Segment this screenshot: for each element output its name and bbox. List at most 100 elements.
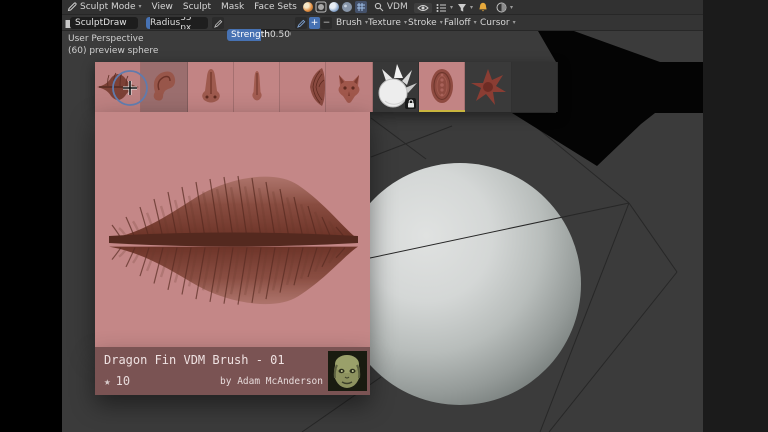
menu-sculpt[interactable]: Sculpt [178, 0, 216, 15]
menu-view-label: View [152, 2, 173, 12]
oval-scale-mini-art [419, 62, 465, 112]
right-letterbox [703, 0, 768, 432]
subtract-mode-button[interactable]: − [321, 17, 332, 29]
fin-base-line [109, 233, 358, 247]
asset-thumbnail-oval-scale[interactable] [419, 62, 465, 112]
selected-indicator [419, 110, 465, 112]
outliner-filter[interactable]: ▾ [436, 3, 453, 13]
viewport-overlay-text: User Perspective (60) preview sphere [68, 33, 158, 57]
plus-icon: + [311, 18, 319, 28]
asset-info-bar: Dragon Fin VDM Brush - 01 ★ 10 by Adam M… [95, 347, 370, 395]
wireframe-edge [371, 118, 426, 159]
menu-face-sets-label: Face Sets [254, 2, 297, 12]
rating-value: 10 [116, 374, 130, 388]
asset-rating: ★ 10 [104, 374, 130, 388]
tool-settings-bar: SculptDraw Radius 35 px Strength 0.500 [62, 15, 703, 31]
radius-pressure-button[interactable] [212, 17, 224, 29]
pressure-pen-icon [297, 19, 306, 28]
stroke-menu[interactable]: Stroke ▾ [408, 15, 443, 31]
header-right-icons: ▾ ▾ [414, 1, 513, 14]
active-object-label: (60) preview sphere [68, 45, 158, 57]
brush-menu[interactable]: Brush ▾ [336, 15, 368, 31]
asset-thumbnail-spike-star[interactable] [465, 62, 511, 112]
chevron-down-icon: ▾ [513, 20, 516, 26]
brush-name: SculptDraw [75, 18, 127, 28]
spike-star-mini-art [465, 62, 511, 112]
chevron-down-icon: ▾ [440, 20, 443, 26]
brush-cursor [110, 68, 150, 108]
menu-view[interactable]: View [147, 0, 178, 15]
star-icon: ★ [104, 375, 111, 388]
shading-sphere-icon[interactable] [329, 2, 339, 12]
chevron-down-icon: ▾ [404, 20, 407, 26]
chevron-down-icon: ▾ [510, 5, 513, 11]
add-mode-button[interactable]: + [309, 17, 320, 29]
eye-icon [417, 4, 429, 12]
texture-menu-label: Texture [368, 18, 401, 28]
author-avatar [328, 351, 367, 391]
pressure-pen-icon [214, 19, 223, 28]
overlay-options[interactable]: ▾ [496, 2, 513, 13]
minus-icon: − [323, 18, 331, 28]
search-icon [374, 2, 384, 12]
asset-thumbnail-nose[interactable] [188, 62, 234, 112]
radius-value: 35 px [180, 17, 204, 29]
asset-title: Dragon Fin VDM Brush - 01 [104, 353, 285, 367]
goblin-avatar-art [328, 351, 367, 391]
render-grid-icon[interactable] [355, 1, 367, 13]
nose-mini-art [188, 62, 234, 112]
creature-face-mini-art [326, 62, 372, 112]
chevron-down-icon: ▾ [139, 4, 142, 10]
3d-viewport[interactable]: User Perspective (60) preview sphere [62, 31, 703, 432]
proportional-falloff-icon [496, 2, 507, 13]
asset-thumbnail-narrow-nose[interactable] [234, 62, 280, 112]
list-icon [436, 3, 447, 13]
perspective-label: User Perspective [68, 33, 158, 45]
sculpt-mode-icon [67, 2, 77, 12]
menu-mask[interactable]: Mask [216, 0, 249, 15]
menu-mask-label: Mask [221, 2, 244, 12]
material-preview-icon[interactable] [315, 1, 327, 13]
filter-options[interactable]: ▾ [457, 3, 473, 13]
asset-thumbnail-creature-face[interactable] [326, 62, 372, 112]
cursor-menu[interactable]: Cursor ▾ [480, 15, 516, 31]
top-menubar: Sculpt Mode ▾ View Sculpt Mask Face Sets [62, 0, 703, 15]
texture-preview-icon[interactable] [341, 1, 353, 13]
asset-thumbnail-horned-sphere[interactable] [373, 62, 419, 112]
strength-pressure-button[interactable] [295, 17, 307, 29]
lock-icon [407, 99, 415, 108]
notification-bell-icon [478, 2, 488, 13]
radius-label: Radius [150, 18, 180, 28]
cursor-menu-label: Cursor [480, 18, 510, 28]
asset-author: by Adam McAnderson [220, 376, 323, 387]
preview-sphere[interactable] [339, 163, 581, 405]
mode-selector[interactable]: Sculpt Mode ▾ [62, 0, 147, 15]
menu-face-sets[interactable]: Face Sets [249, 0, 302, 15]
texture-menu[interactable]: Texture ▾ [368, 15, 407, 31]
notifications[interactable] [478, 2, 488, 13]
asset-thumbnail-strip [95, 62, 558, 112]
mode-label: Sculpt Mode [80, 2, 136, 12]
brush-name-field[interactable]: SculptDraw [70, 17, 138, 29]
asset-thumbnail-empty [512, 62, 558, 112]
matcap-sphere-icon[interactable] [303, 2, 313, 12]
screen: Sculpt Mode ▾ View Sculpt Mask Face Sets [0, 0, 768, 432]
blender-window: Sculpt Mode ▾ View Sculpt Mask Face Sets [62, 0, 703, 432]
asset-thumbnail-vertical-fin[interactable] [280, 62, 326, 112]
radius-slider[interactable]: Radius 35 px [146, 17, 208, 29]
search-field[interactable]: VDM [374, 2, 408, 12]
vertical-fin-mini-art [280, 62, 326, 112]
fin-lower-half [109, 247, 358, 305]
menu-sculpt-label: Sculpt [183, 2, 211, 12]
falloff-menu[interactable]: Falloff ▾ [444, 15, 477, 31]
chevron-down-icon: ▾ [470, 5, 473, 11]
narrow-nose-mini-art [234, 62, 280, 112]
funnel-icon [457, 3, 467, 13]
chevron-down-icon: ▾ [450, 5, 453, 11]
locked-badge [405, 98, 416, 109]
visibility-toggle[interactable] [414, 3, 432, 13]
falloff-menu-label: Falloff [444, 18, 471, 28]
chevron-down-icon: ▾ [474, 20, 477, 26]
stroke-menu-label: Stroke [408, 18, 437, 28]
asset-preview-image [95, 112, 370, 347]
